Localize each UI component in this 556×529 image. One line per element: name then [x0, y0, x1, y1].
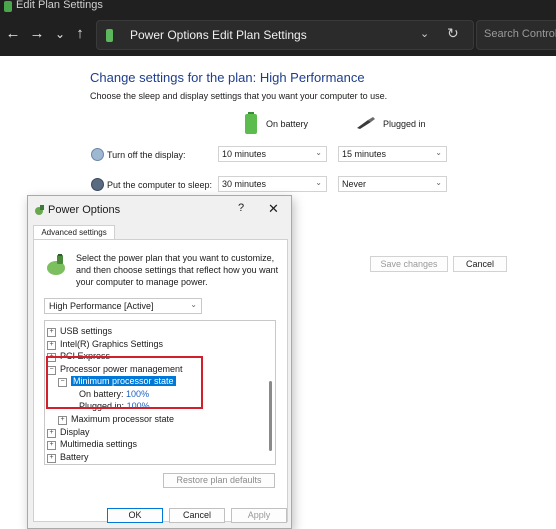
expand-icon[interactable]: +: [47, 341, 56, 350]
address-bar[interactable]: Power Options › Edit Plan Settings ⌄ ↻: [96, 20, 474, 50]
chevron-down-icon: ⌄: [315, 178, 322, 187]
page-description: Choose the sleep and display settings th…: [90, 91, 388, 101]
tree-item-label: Maximum processor state: [71, 414, 175, 424]
forward-arrow-icon[interactable]: →: [27, 24, 47, 44]
page-title: Change settings for the plan: High Perfo…: [90, 70, 365, 85]
cancel-button[interactable]: Cancel: [453, 256, 507, 272]
expand-icon[interactable]: +: [47, 429, 56, 438]
tree-item-label: Battery: [60, 452, 89, 462]
tree-item-usb-settings[interactable]: + USB settings: [47, 325, 112, 337]
sleep-plugged-value: Never: [342, 179, 367, 189]
recent-locations-icon[interactable]: ⌄: [50, 24, 70, 44]
on-battery-column-label: On battery: [266, 119, 309, 129]
tree-item-label: USB settings: [60, 326, 113, 336]
tree-item-multimedia-settings[interactable]: + Multimedia settings: [47, 438, 137, 450]
display-plugged-value: 15 minutes: [342, 149, 387, 159]
close-icon[interactable]: ✕: [268, 201, 279, 217]
scrollbar-thumb[interactable]: [269, 381, 272, 451]
breadcrumb-separator-icon: ›: [198, 27, 202, 41]
display-plugged-select[interactable]: 15 minutes ⌄: [338, 146, 447, 162]
display-icon: [91, 148, 104, 161]
back-arrow-icon[interactable]: ←: [3, 24, 23, 44]
title-bar: Edit Plan Settings: [0, 0, 556, 14]
up-arrow-icon[interactable]: ↑: [70, 24, 90, 44]
save-changes-button[interactable]: Save changes: [370, 256, 448, 272]
display-battery-value: 10 minutes: [222, 149, 267, 159]
navigation-bar: ← → ⌄ ↑ Power Options › Edit Plan Settin…: [0, 14, 556, 56]
tree-scrollbar[interactable]: [268, 323, 274, 462]
tab-advanced-settings[interactable]: Advanced settings: [33, 225, 115, 240]
power-options-icon: [35, 205, 44, 215]
plan-select-value: High Performance [Active]: [49, 301, 154, 311]
highlight-box: [46, 356, 203, 409]
dialog-title: Power Options: [48, 204, 121, 216]
help-icon[interactable]: ?: [238, 202, 244, 214]
app-icon: [4, 1, 12, 12]
tree-item-label: Multimedia settings: [60, 439, 138, 449]
chevron-down-icon: ⌄: [315, 148, 322, 157]
plugged-in-column-label: Plugged in: [383, 119, 426, 129]
window-title: Edit Plan Settings: [16, 0, 103, 11]
turn-off-display-label: Turn off the display:: [107, 150, 186, 160]
ok-button[interactable]: OK: [107, 508, 163, 523]
sleep-battery-value: 30 minutes: [222, 179, 267, 189]
search-input[interactable]: Search Control Pa: [476, 20, 556, 50]
breadcrumb-edit-plan-settings[interactable]: Edit Plan Settings: [212, 28, 307, 42]
dialog-cancel-button[interactable]: Cancel: [169, 508, 225, 523]
tree-item-display[interactable]: + Display: [47, 426, 90, 438]
restore-plan-defaults-button[interactable]: Restore plan defaults: [163, 473, 275, 488]
plan-select[interactable]: High Performance [Active] ⌄: [44, 298, 202, 314]
power-options-icon: [106, 29, 113, 42]
expand-icon[interactable]: +: [58, 416, 67, 425]
breadcrumb-power-options[interactable]: Power Options: [130, 28, 209, 42]
tree-item-battery[interactable]: + Battery: [47, 451, 89, 463]
power-plug-icon: [357, 117, 375, 129]
tree-item-label: Intel(R) Graphics Settings: [60, 339, 164, 349]
power-plan-icon: [47, 254, 65, 275]
sleep-icon: [91, 178, 104, 191]
dialog-description: Select the power plan that you want to c…: [76, 253, 279, 287]
display-battery-select[interactable]: 10 minutes ⌄: [218, 146, 327, 162]
sleep-battery-select[interactable]: 30 minutes ⌄: [218, 176, 327, 192]
refresh-icon[interactable]: ↻: [447, 25, 459, 42]
tree-item-maximum-processor-state[interactable]: + Maximum processor state: [58, 413, 174, 425]
sleep-label: Put the computer to sleep:: [107, 180, 213, 190]
chevron-down-icon[interactable]: ⌄: [420, 27, 429, 40]
tree-item-label: Display: [60, 427, 90, 437]
battery-icon: [245, 112, 257, 134]
apply-button[interactable]: Apply: [231, 508, 287, 523]
chevron-down-icon: ⌄: [435, 148, 442, 157]
chevron-down-icon: ⌄: [190, 300, 197, 309]
expand-icon[interactable]: +: [47, 328, 56, 337]
expand-icon[interactable]: +: [47, 454, 56, 463]
tree-item-intel-graphics[interactable]: + Intel(R) Graphics Settings: [47, 338, 163, 350]
chevron-down-icon: ⌄: [435, 178, 442, 187]
sleep-plugged-select[interactable]: Never ⌄: [338, 176, 447, 192]
expand-icon[interactable]: +: [47, 441, 56, 450]
